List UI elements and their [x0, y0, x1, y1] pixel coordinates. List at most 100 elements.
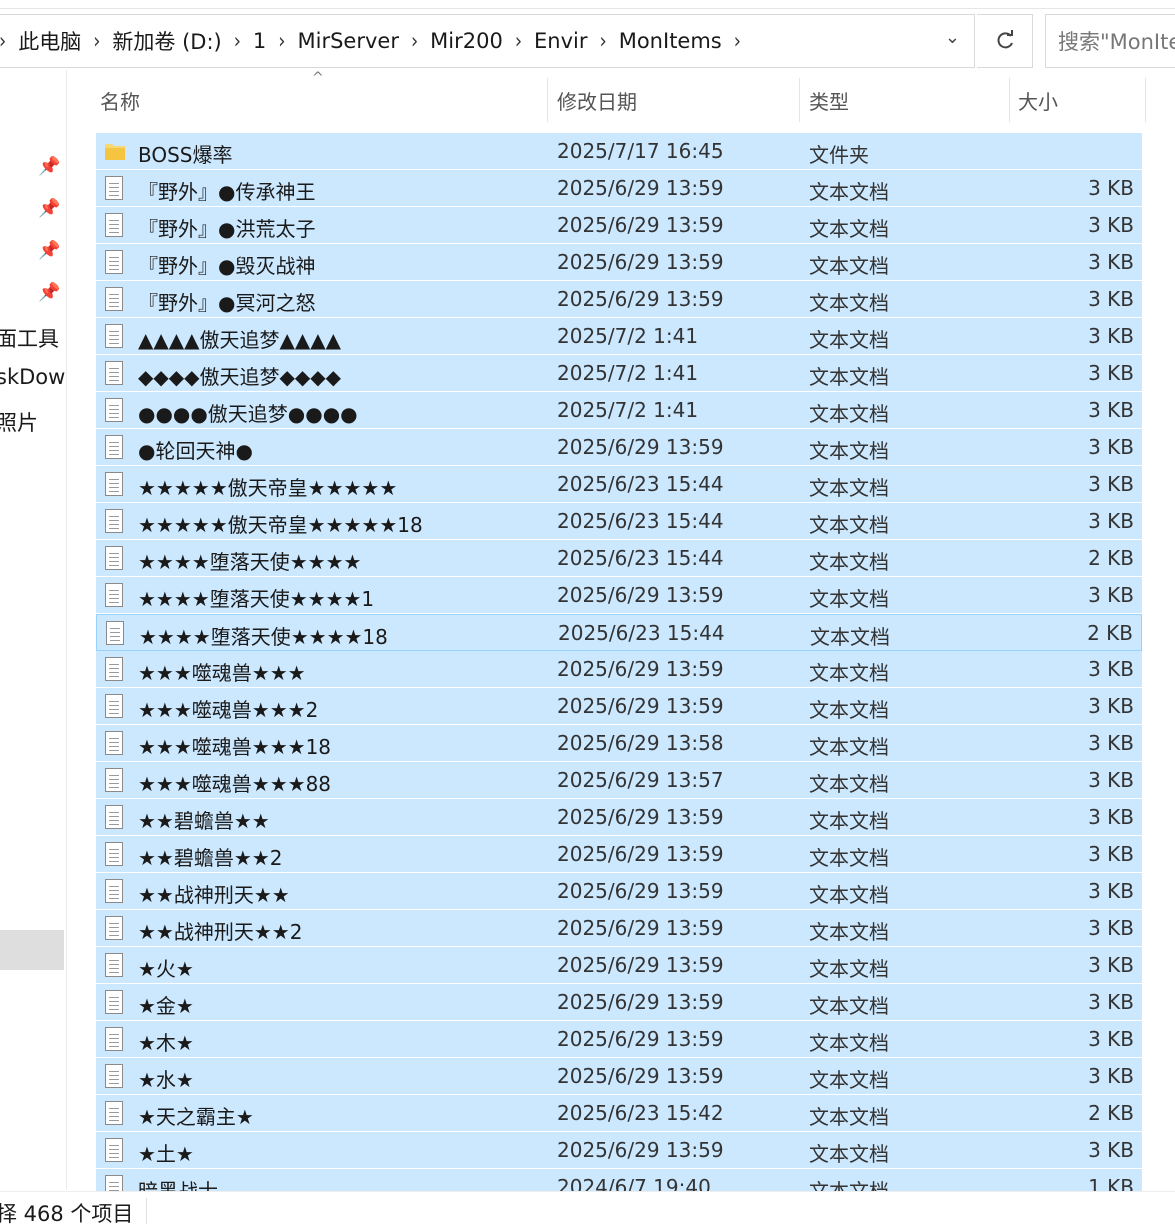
text-file-icon: [105, 1101, 125, 1125]
file-row[interactable]: 暗黑战士 2024/6/7 19:40 文本文档 1 KB: [96, 1169, 1142, 1191]
file-row[interactable]: ★★★噬魂兽★★★2 2025/6/29 13:59 文本文档 3 KB: [96, 688, 1142, 725]
file-size: 3 KB: [1088, 472, 1134, 496]
file-row[interactable]: 『野外』●毁灭战神 2025/6/29 13:59 文本文档 3 KB: [96, 244, 1142, 281]
breadcrumb-label: Mir200: [430, 29, 503, 53]
file-row[interactable]: ★★★★★傲天帝皇★★★★★ 2025/6/23 15:44 文本文档 3 KB: [96, 466, 1142, 503]
breadcrumb-separator-icon[interactable]: ›: [93, 28, 100, 53]
text-file-icon: [105, 953, 125, 977]
breadcrumb-item[interactable]: MirServer ›: [298, 28, 431, 53]
file-row[interactable]: ★★★★★傲天帝皇★★★★★18 2025/6/23 15:44 文本文档 3 KB: [96, 503, 1142, 540]
pin-icon: 📌: [38, 198, 61, 219]
breadcrumb-separator-icon[interactable]: ›: [411, 28, 418, 53]
file-row[interactable]: 『野外』●冥河之怒 2025/6/29 13:59 文本文档 3 KB: [96, 281, 1142, 318]
column-header-type-label: 类型: [809, 89, 849, 114]
breadcrumb-item[interactable]: 1 ›: [252, 28, 298, 53]
file-row[interactable]: ◆◆◆◆傲天追梦◆◆◆◆ 2025/7/2 1:41 文本文档 3 KB: [96, 355, 1142, 392]
file-date: 2025/6/23 15:44: [558, 621, 725, 645]
refresh-icon: [997, 30, 1013, 49]
file-list[interactable]: BOSS爆率 2025/7/17 16:45 文件夹 『野外』●传承神王 2025/6/…: [96, 133, 1142, 1191]
file-row[interactable]: ★火★ 2025/6/29 13:59 文本文档 3 KB: [96, 947, 1142, 984]
breadcrumb-separator-icon[interactable]: ›: [600, 28, 607, 53]
file-row[interactable]: ★天之霸主★ 2025/6/23 15:42 文本文档 2 KB: [96, 1095, 1142, 1132]
file-row[interactable]: ★★★★堕落天使★★★★1 2025/6/29 13:59 文本文档 3 KB: [96, 577, 1142, 614]
file-row[interactable]: ★★★噬魂兽★★★88 2025/6/29 13:57 文本文档 3 KB: [96, 762, 1142, 799]
file-date: 2025/6/29 13:59: [557, 1138, 724, 1162]
text-file-icon: [105, 694, 125, 718]
breadcrumb-item[interactable]: Mir200 ›: [430, 28, 534, 53]
breadcrumb-label: 1: [252, 29, 267, 53]
file-name: ●轮回天神●: [138, 439, 253, 463]
breadcrumb-label: 此电脑: [18, 30, 82, 54]
status-bar: 择 468 个项目: [0, 1191, 1175, 1232]
file-type: 文本文档: [809, 328, 889, 352]
file-row[interactable]: BOSS爆率 2025/7/17 16:45 文件夹: [96, 133, 1142, 170]
file-row[interactable]: ★★★★堕落天使★★★★ 2025/6/23 15:44 文本文档 2 KB: [96, 540, 1142, 577]
file-row[interactable]: ▲▲▲▲傲天追梦▲▲▲▲ 2025/7/2 1:41 文本文档 3 KB: [96, 318, 1142, 355]
file-date: 2025/6/23 15:44: [557, 509, 724, 533]
nav-item-selected[interactable]: [0, 930, 64, 970]
nav-item-downloads[interactable]: skDow: [0, 365, 66, 389]
file-type: 文本文档: [809, 661, 889, 685]
nav-item-pictures[interactable]: 照片: [0, 407, 66, 437]
file-size: 3 KB: [1088, 953, 1134, 977]
file-size: 3 KB: [1088, 842, 1134, 866]
file-row[interactable]: ●●●●傲天追梦●●●● 2025/7/2 1:41 文本文档 3 KB: [96, 392, 1142, 429]
file-name: ★★★噬魂兽★★★2: [138, 698, 319, 722]
file-row[interactable]: ●轮回天神● 2025/6/29 13:59 文本文档 3 KB: [96, 429, 1142, 466]
file-size: 3 KB: [1088, 1138, 1134, 1162]
breadcrumb-separator-icon[interactable]: ›: [0, 28, 6, 53]
column-header-date[interactable]: 修改日期: [548, 78, 800, 122]
file-date: 2025/6/29 13:59: [557, 657, 724, 681]
file-row[interactable]: 『野外』●传承神王 2025/6/29 13:59 文本文档 3 KB: [96, 170, 1142, 207]
file-row[interactable]: ★木★ 2025/6/29 13:59 文本文档 3 KB: [96, 1021, 1142, 1058]
file-type: 文本文档: [809, 846, 889, 870]
breadcrumb-separator-icon[interactable]: ›: [515, 28, 522, 53]
file-name: ★天之霸主★: [138, 1105, 254, 1129]
breadcrumb-item[interactable]: › 此电脑 ›: [0, 26, 112, 56]
navigation-pane[interactable]: 📌 📌 📌 📌 面工具 skDow 照片: [0, 70, 67, 1190]
text-file-icon: [105, 731, 125, 755]
file-type: 文件夹: [809, 143, 869, 167]
column-header-type[interactable]: 类型: [800, 78, 1010, 122]
file-row[interactable]: ★★★噬魂兽★★★18 2025/6/29 13:58 文本文档 3 KB: [96, 725, 1142, 762]
breadcrumb-separator-icon[interactable]: ›: [278, 28, 285, 53]
file-name: 『野外』●传承神王: [138, 180, 316, 204]
file-row[interactable]: ★★战神刑天★★ 2025/6/29 13:59 文本文档 3 KB: [96, 873, 1142, 910]
file-row[interactable]: ★★★噬魂兽★★★ 2025/6/29 13:59 文本文档 3 KB: [96, 651, 1142, 688]
pin-icon: 📌: [38, 282, 61, 303]
file-row[interactable]: ★★★★堕落天使★★★★18 2025/6/23 15:44 文本文档 2 KB: [96, 614, 1142, 651]
nav-item-desktop-tools[interactable]: 面工具: [0, 323, 66, 353]
file-row[interactable]: ★金★ 2025/6/29 13:59 文本文档 3 KB: [96, 984, 1142, 1021]
file-size: 3 KB: [1088, 250, 1134, 274]
breadcrumb-item[interactable]: MonItems ›: [619, 28, 753, 53]
breadcrumb-item[interactable]: Envir ›: [534, 28, 619, 53]
file-date: 2025/6/23 15:44: [557, 472, 724, 496]
text-file-icon: [105, 435, 125, 459]
file-name: ★土★: [138, 1142, 194, 1166]
file-type: 文本文档: [809, 1179, 889, 1191]
breadcrumb-separator-icon[interactable]: ›: [234, 28, 241, 53]
file-row[interactable]: 『野外』●洪荒太子 2025/6/29 13:59 文本文档 3 KB: [96, 207, 1142, 244]
file-name: ★★★★堕落天使★★★★: [138, 550, 362, 574]
search-input[interactable]: 搜索"MonIte: [1045, 14, 1175, 68]
column-header-size[interactable]: 大小: [1010, 78, 1146, 122]
address-bar[interactable]: ›此电脑›新加卷 (D:)›1›MirServer›Mir200›Envir›M…: [0, 14, 975, 68]
file-row[interactable]: ★★战神刑天★★2 2025/6/29 13:59 文本文档 3 KB: [96, 910, 1142, 947]
file-row[interactable]: ★土★ 2025/6/29 13:59 文本文档 3 KB: [96, 1132, 1142, 1169]
file-type: 文本文档: [809, 920, 889, 944]
chevron-down-icon[interactable]: ⌄: [945, 27, 960, 48]
file-row[interactable]: ★★碧蟾兽★★ 2025/6/29 13:59 文本文档 3 KB: [96, 799, 1142, 836]
file-name: ★火★: [138, 957, 194, 981]
pin-icon: 📌: [38, 156, 61, 177]
breadcrumb-separator-icon[interactable]: ›: [734, 28, 741, 53]
column-header-name[interactable]: 名称: [96, 78, 548, 122]
breadcrumb-item[interactable]: 新加卷 (D:) ›: [112, 26, 253, 56]
file-name: ▲▲▲▲傲天追梦▲▲▲▲: [138, 328, 342, 352]
file-row[interactable]: ★★碧蟾兽★★2 2025/6/29 13:59 文本文档 3 KB: [96, 836, 1142, 873]
file-date: 2025/6/29 13:59: [557, 805, 724, 829]
refresh-button[interactable]: [977, 14, 1033, 68]
file-row[interactable]: ★水★ 2025/6/29 13:59 文本文档 3 KB: [96, 1058, 1142, 1095]
file-date: 2025/6/29 13:59: [557, 287, 724, 311]
text-file-icon: [105, 1064, 125, 1088]
breadcrumb: ›此电脑›新加卷 (D:)›1›MirServer›Mir200›Envir›M…: [0, 26, 753, 56]
